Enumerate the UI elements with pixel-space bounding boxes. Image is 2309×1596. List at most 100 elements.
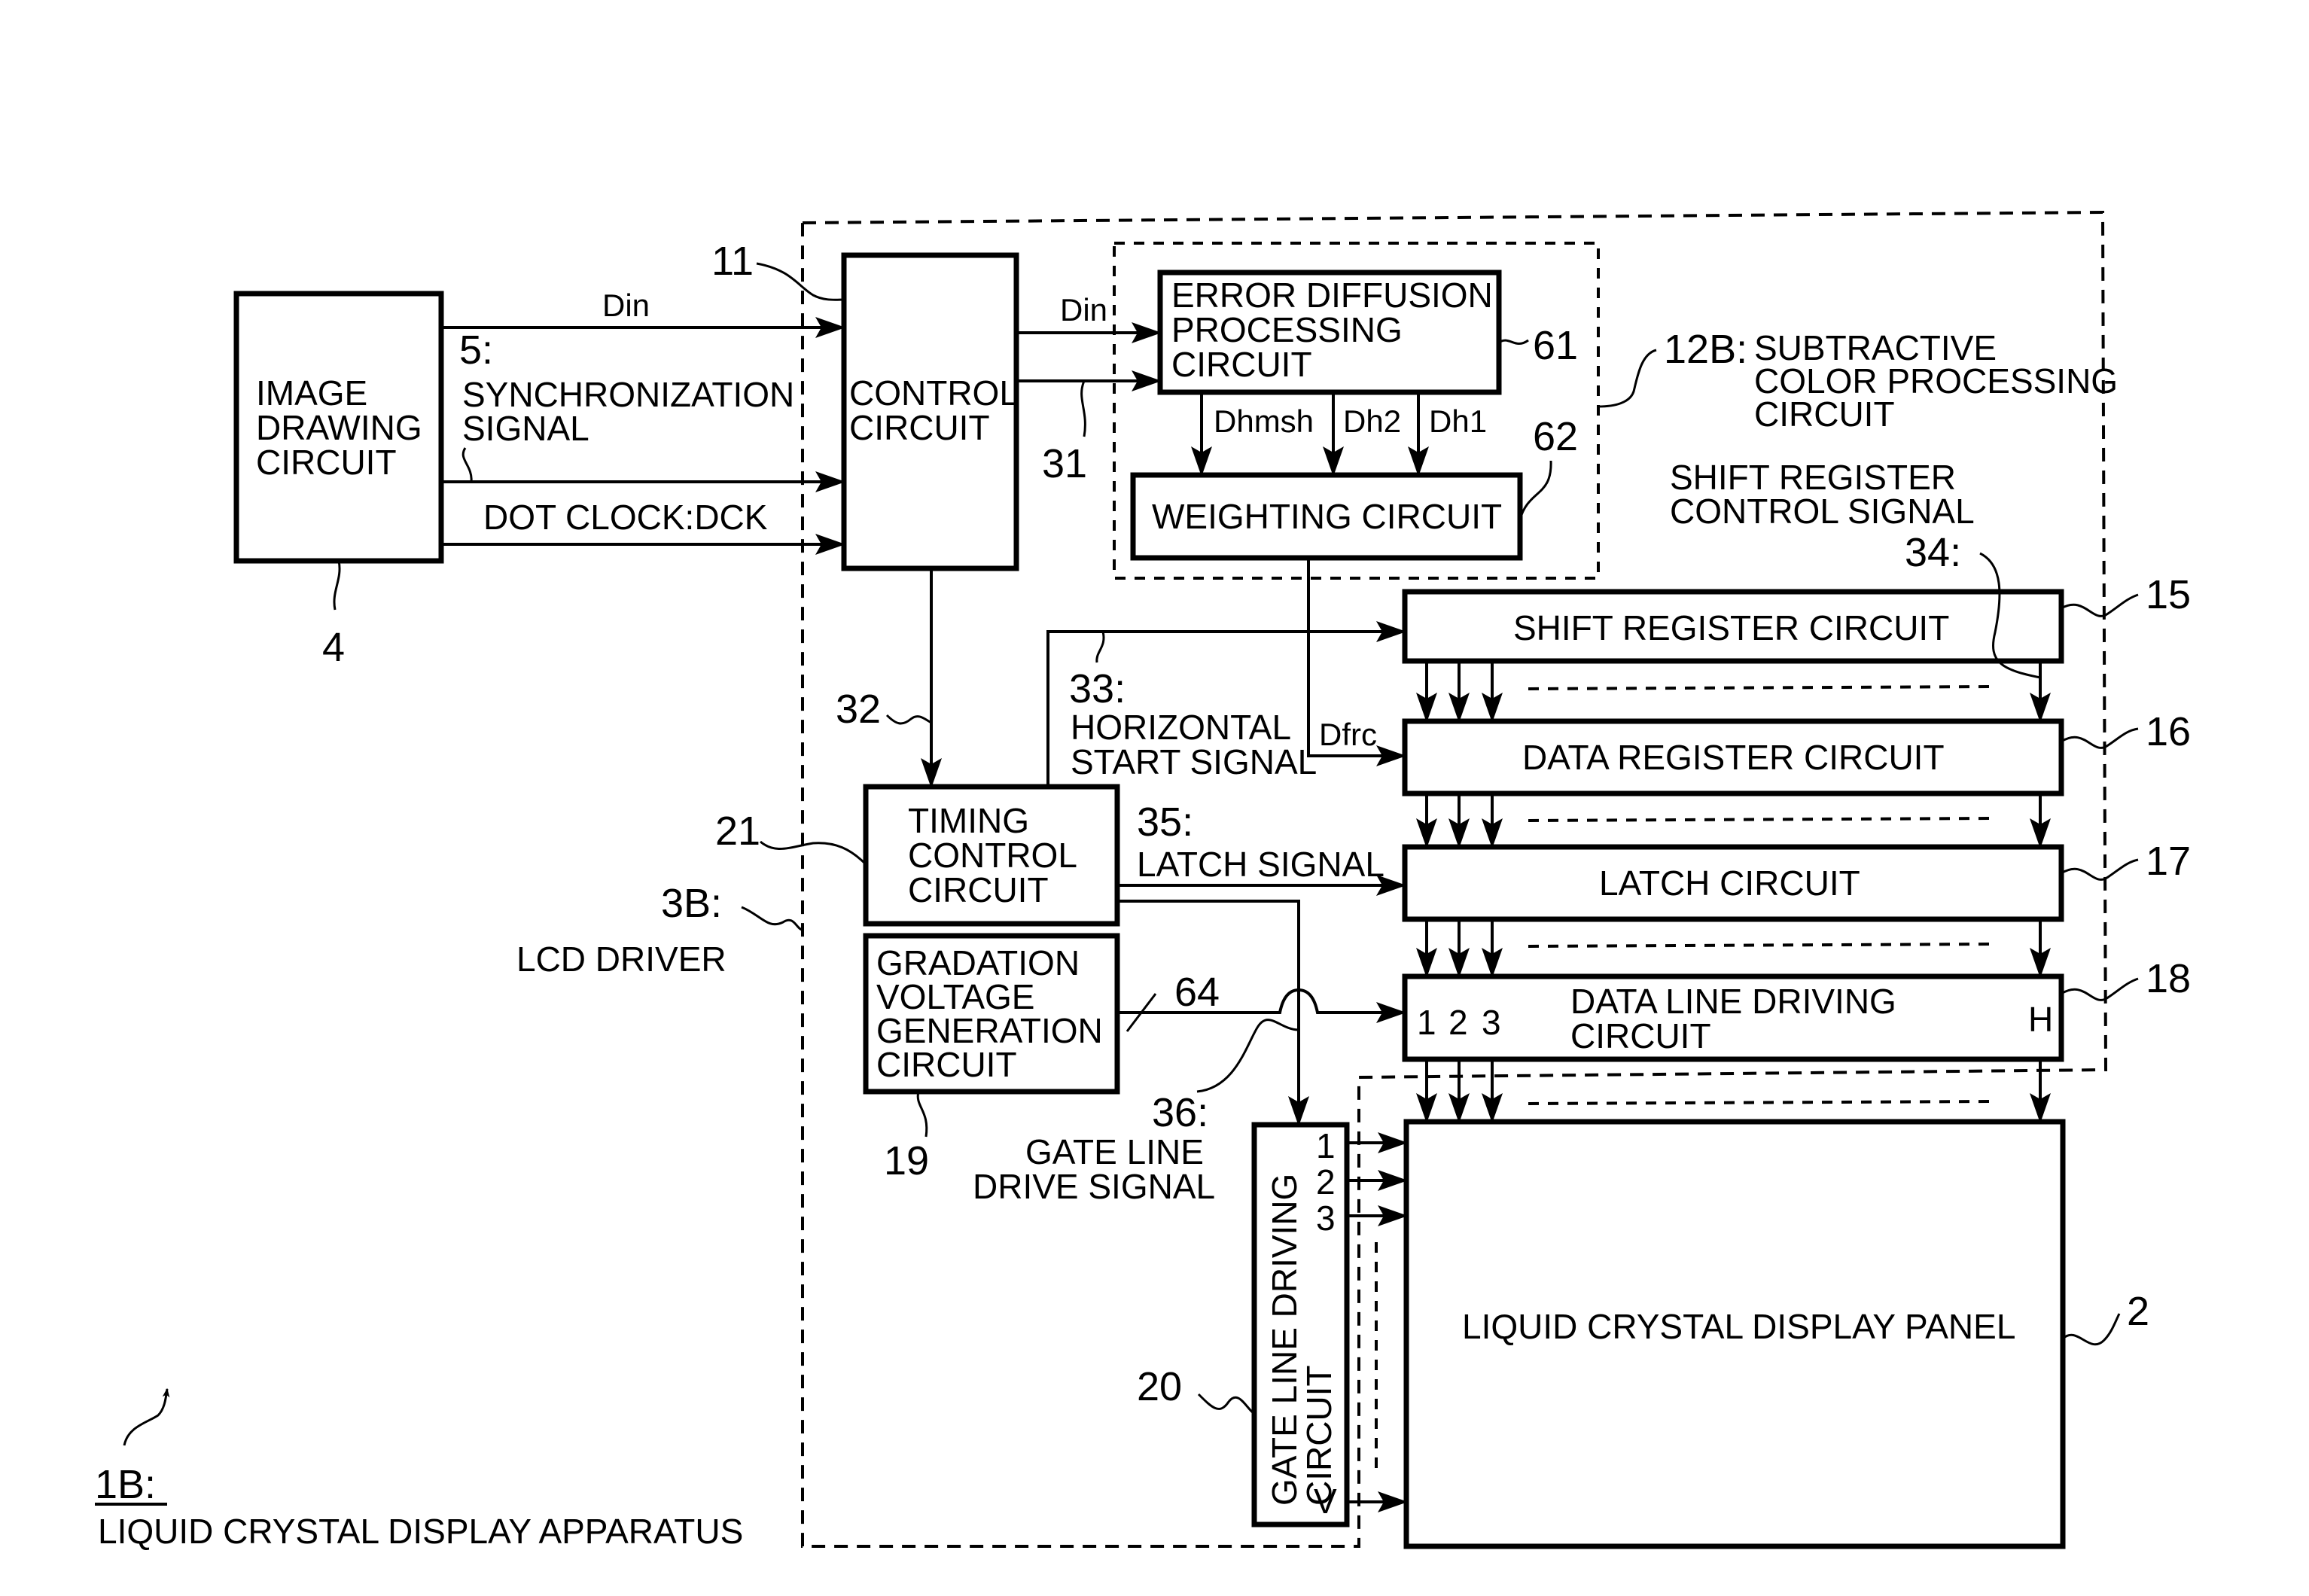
dld-port-h: H xyxy=(2028,1000,2053,1039)
ref-2-leader xyxy=(2061,1313,2121,1346)
hstart-label-1: HORIZONTAL xyxy=(1071,708,1291,747)
timing-control-circuit[interactable]: TIMING CONTROL CIRCUIT xyxy=(863,784,1120,927)
gate-port-1: 1 xyxy=(1316,1126,1336,1165)
dfrc-label: Dfrc xyxy=(1319,717,1377,752)
svg-text:Din: Din xyxy=(1060,292,1107,327)
error-diffusion-processing-circuit[interactable]: ERROR DIFFUSION PROCESSING CIRCUIT xyxy=(1157,270,1502,395)
ref-4: 4 xyxy=(322,625,345,670)
driver-leader xyxy=(741,906,803,931)
svg-text:1: 1 xyxy=(1417,1003,1436,1042)
svg-text:61: 61 xyxy=(1533,323,1578,368)
hstart-ref: 33: xyxy=(1069,666,1126,711)
svg-text:2: 2 xyxy=(1316,1162,1336,1202)
shift-register-label: SHIFT REGISTER CIRCUIT xyxy=(1513,608,1949,647)
ref-4-leader xyxy=(333,560,341,611)
svg-text:DATA REGISTER CIRCUIT: DATA REGISTER CIRCUIT xyxy=(1522,738,1945,777)
gate-line-driving-circuit[interactable]: GATE LINE DRIVING CIRCUIT 1 2 3 V xyxy=(1251,1122,1350,1527)
svg-text:CONTROL SIGNAL: CONTROL SIGNAL xyxy=(1670,492,1975,531)
svg-text:20: 20 xyxy=(1137,1364,1182,1409)
dld-line-1: DATA LINE DRIVING xyxy=(1570,982,1896,1021)
lcd-panel-label: LIQUID CRYSTAL DISPLAY PANEL xyxy=(1462,1307,2015,1346)
din-input-label: Din xyxy=(602,288,650,323)
shift-register-circuit[interactable]: SHIFT REGISTER CIRCUIT xyxy=(1402,589,2064,664)
ref-11: 11 xyxy=(711,239,754,284)
image-drawing-line-2: DRAWING xyxy=(256,408,422,447)
control-circuit[interactable]: CONTROL CIRCUIT xyxy=(841,252,1019,571)
image-drawing-circuit[interactable]: IMAGE DRAWING CIRCUIT xyxy=(233,291,444,564)
svg-text:GATE LINE: GATE LINE xyxy=(1025,1132,1204,1171)
gate-drive-label-1: GATE LINE xyxy=(1025,1132,1204,1171)
svg-text:CIRCUIT: CIRCUIT xyxy=(256,443,397,482)
svg-text:12B:: 12B: xyxy=(1664,327,1747,372)
svg-text:CONTROL: CONTROL xyxy=(908,836,1077,875)
hstart-label-2: START SIGNAL xyxy=(1071,742,1317,781)
sync-ref: 5: xyxy=(459,327,493,373)
svg-text:11: 11 xyxy=(711,239,754,284)
dot-clock-label: DOT CLOCK:DCK xyxy=(483,498,768,537)
svg-text:3B:: 3B: xyxy=(661,881,722,926)
svg-text:4: 4 xyxy=(322,625,345,670)
shift-ctrl-label-2: CONTROL SIGNAL xyxy=(1670,492,1975,531)
svg-text:33:: 33: xyxy=(1069,666,1126,711)
latch-circuit[interactable]: LATCH CIRCUIT xyxy=(1402,844,2064,922)
ref-21: 21 xyxy=(715,809,760,854)
ref-62: 62 xyxy=(1533,414,1578,459)
control-line-2: CIRCUIT xyxy=(849,408,990,447)
svg-text:LATCH SIGNAL: LATCH SIGNAL xyxy=(1137,845,1384,884)
svg-text:36:: 36: xyxy=(1152,1090,1208,1135)
ref-19-leader xyxy=(916,1091,928,1138)
svg-text:V: V xyxy=(1314,1482,1337,1521)
ref-15-leader xyxy=(2061,593,2139,617)
svg-text:1: 1 xyxy=(1316,1126,1336,1165)
svg-text:H: H xyxy=(2028,1000,2053,1039)
gradation-voltage-generation-circuit[interactable]: GRADATION VOLTAGE GENERATION CIRCUIT xyxy=(863,933,1120,1095)
svg-text:34:: 34: xyxy=(1905,530,1961,575)
ref-32: 32 xyxy=(836,687,881,732)
gradation-line-4: CIRCUIT xyxy=(876,1045,1017,1084)
latch-to-dld-arrows xyxy=(1416,919,2051,978)
dld-port-2: 2 xyxy=(1448,1003,1468,1042)
error-diffusion-line-1: ERROR DIFFUSION xyxy=(1171,276,1493,315)
din-output-label: Din xyxy=(1060,292,1107,327)
dld-to-panel-arrows xyxy=(1416,1059,2051,1123)
error-diffusion-line-3: CIRCUIT xyxy=(1171,345,1312,384)
dhmsh-label: Dhmsh xyxy=(1214,404,1314,439)
svg-text:31: 31 xyxy=(1042,441,1087,486)
svg-text:CIRCUIT: CIRCUIT xyxy=(1171,345,1312,384)
image-drawing-line-1: IMAGE xyxy=(256,373,367,413)
ref-19: 19 xyxy=(884,1138,929,1183)
timing-line-3: CIRCUIT xyxy=(908,870,1049,909)
svg-text:LIQUID CRYSTAL DISPLAY APPARAT: LIQUID CRYSTAL DISPLAY APPARATUS xyxy=(98,1512,743,1551)
control-line-1: CONTROL xyxy=(849,373,1019,413)
data-register-circuit[interactable]: DATA REGISTER CIRCUIT xyxy=(1402,718,2064,796)
ref-20: 20 xyxy=(1137,1364,1182,1409)
shift-ctrl-ref: 34: xyxy=(1905,530,1961,575)
svg-text:DATA LINE DRIVING: DATA LINE DRIVING xyxy=(1570,982,1896,1021)
latch-signal-label: LATCH SIGNAL xyxy=(1137,845,1384,884)
liquid-crystal-display-panel[interactable]: LIQUID CRYSTAL DISPLAY PANEL xyxy=(1403,1119,2066,1549)
sync-label-2: SIGNAL xyxy=(462,409,589,448)
ref-18: 18 xyxy=(2146,956,2191,1001)
svg-text:62: 62 xyxy=(1533,414,1578,459)
ref-2: 2 xyxy=(2127,1289,2149,1334)
svg-text:HORIZONTAL: HORIZONTAL xyxy=(1071,708,1291,747)
data-line-driving-circuit[interactable]: 1 2 3 DATA LINE DRIVING CIRCUIT H xyxy=(1402,973,2064,1062)
weighting-circuit[interactable]: WEIGHTING CIRCUIT xyxy=(1130,472,1523,561)
weighting-label: WEIGHTING CIRCUIT xyxy=(1152,497,1502,536)
latch-ref: 35: xyxy=(1137,800,1193,845)
svg-text:DOT CLOCK:DCK: DOT CLOCK:DCK xyxy=(483,498,768,537)
apparatus-arrow-icon xyxy=(123,1387,170,1446)
svg-text:Din: Din xyxy=(602,288,650,323)
ref-31: 31 xyxy=(1042,441,1087,486)
ref-16-leader xyxy=(2061,727,2139,749)
svg-text:21: 21 xyxy=(715,809,760,854)
ref-15: 15 xyxy=(2146,572,2191,617)
gate-port-3: 3 xyxy=(1316,1199,1336,1238)
svg-text:CIRCUIT: CIRCUIT xyxy=(908,870,1049,909)
ref-16: 16 xyxy=(2146,709,2191,754)
svg-text:18: 18 xyxy=(2146,956,2191,1001)
ref-21-leader xyxy=(760,840,867,866)
svg-text:IMAGE: IMAGE xyxy=(256,373,367,413)
gate-drive-label-2: DRIVE SIGNAL xyxy=(973,1167,1215,1206)
timing-line-1: TIMING xyxy=(908,801,1029,840)
